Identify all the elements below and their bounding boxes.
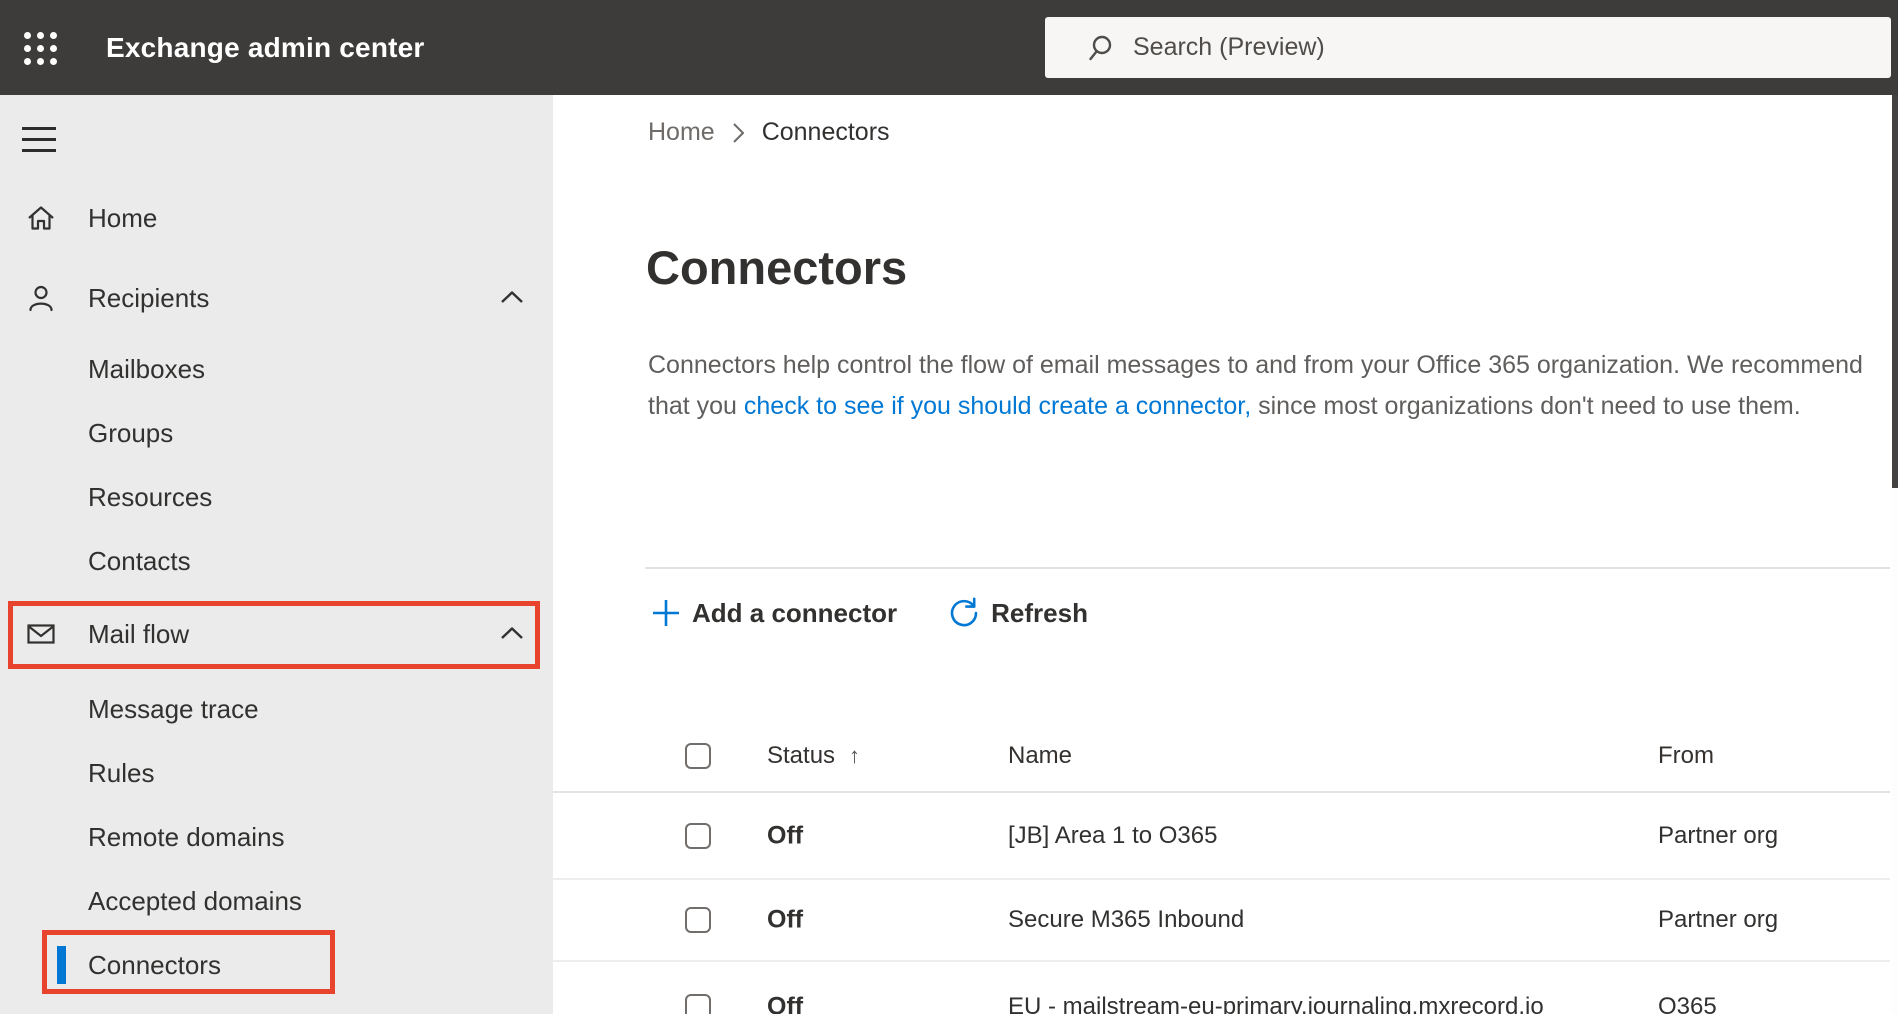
column-header-status[interactable]: Status ↑ [767, 742, 860, 770]
table-header-row: Status ↑ Name From [553, 720, 1890, 793]
add-connector-label: Add a connector [692, 597, 898, 628]
toolbar-divider [645, 567, 1890, 569]
app-launcher-button[interactable] [15, 23, 65, 73]
refresh-button[interactable]: Refresh [947, 596, 1088, 630]
cell-from: Partner org [1658, 821, 1779, 849]
sidebar-item-label: Accepted domains [88, 885, 302, 916]
search-icon [1089, 35, 1112, 61]
chevron-right-icon [732, 122, 744, 143]
search-input[interactable] [1133, 17, 1833, 78]
sidebar-item-label: Resources [88, 481, 213, 512]
sidebar-item-mail-flow[interactable]: Mail flow [0, 601, 553, 669]
column-header-name[interactable]: Name [1008, 742, 1072, 770]
main-content: Home Connectors Connectors Connectors he… [553, 95, 1898, 1014]
sidebar-item-label: Mailboxes [88, 353, 206, 384]
vertical-scrollbar [1892, 95, 1898, 1014]
sidebar-item-contacts[interactable]: Contacts [0, 529, 553, 593]
sidebar-item-remote-domains[interactable]: Remote domains [0, 805, 553, 869]
command-bar: Add a connector Refresh [650, 587, 1088, 639]
sidebar-item-accepted-domains[interactable]: Accepted domains [0, 869, 553, 933]
cell-from: O365 [1658, 993, 1717, 1014]
breadcrumb-home-link[interactable]: Home [648, 118, 715, 147]
cell-from: Partner org [1658, 906, 1779, 933]
sidebar-item-label: Recipients [88, 282, 210, 313]
sidebar-item-label: Groups [88, 417, 174, 448]
breadcrumb-current: Connectors [761, 118, 890, 146]
create-connector-check-link[interactable]: check to see if you should create a conn… [744, 392, 1251, 420]
table-row[interactable]: Off Secure M365 Inbound Partner org [553, 880, 1890, 962]
select-all-checkbox[interactable] [685, 742, 711, 769]
breadcrumb: Home Connectors [648, 118, 890, 147]
sidebar-item-groups[interactable]: Groups [0, 401, 553, 465]
cell-name: Secure M365 Inbound [1008, 906, 1245, 933]
app-title: Exchange admin center [106, 31, 425, 63]
add-connector-button[interactable]: Add a connector [650, 597, 897, 629]
sidebar-item-label: Message trace [88, 693, 259, 724]
cell-status: Off [767, 992, 804, 1014]
sidebar-item-label: Rules [88, 757, 155, 788]
top-app-bar: Exchange admin center [0, 0, 1898, 95]
table-row[interactable]: Off [JB] Area 1 to O365 Partner org [553, 793, 1890, 880]
row-checkbox[interactable] [685, 994, 711, 1014]
scrollbar-thumb[interactable] [1892, 95, 1898, 488]
sidebar-item-mailboxes[interactable]: Mailboxes [0, 337, 553, 401]
waffle-grid-icon [23, 31, 57, 65]
nav-collapse-button[interactable] [22, 121, 62, 157]
page-description: Connectors help control the flow of emai… [648, 345, 1863, 427]
cell-name: [JB] Area 1 to O365 [1008, 821, 1218, 849]
sidebar-item-resources[interactable]: Resources [0, 465, 553, 529]
selected-indicator [57, 946, 66, 984]
sidebar-item-rules[interactable]: Rules [0, 741, 553, 805]
chevron-up-icon[interactable] [500, 626, 524, 640]
sidebar-item-label: Connectors [88, 949, 221, 980]
sidebar-item-label: Contacts [88, 545, 191, 576]
sort-ascending-icon: ↑ [849, 742, 861, 768]
cell-name: EU - mailstream-eu-primary.journaling.mx… [1008, 993, 1544, 1014]
sidebar-item-recipients[interactable]: Recipients [0, 266, 553, 330]
refresh-icon [950, 597, 978, 627]
plus-icon [653, 600, 679, 626]
sidebar-item-home[interactable]: Home [0, 186, 553, 250]
sidebar-item-message-trace[interactable]: Message trace [0, 677, 553, 741]
mail-icon [27, 624, 55, 644]
cell-status: Off [767, 905, 804, 934]
row-checkbox[interactable] [685, 822, 711, 849]
column-header-from[interactable]: From [1658, 742, 1714, 770]
home-icon [28, 206, 54, 230]
nav-list: Home Recipients Mailboxes Groups Resourc… [0, 186, 553, 997]
page-title: Connectors [646, 241, 908, 294]
left-navigation: Home Recipients Mailboxes Groups Resourc… [0, 95, 553, 1014]
sidebar-item-label: Mail flow [88, 618, 190, 649]
description-text: since most organizations don't need to u… [1251, 392, 1801, 420]
table-row[interactable]: Off EU - mailstream-eu-primary.journalin… [553, 962, 1890, 1014]
sidebar-item-connectors[interactable]: Connectors [0, 930, 553, 997]
refresh-label: Refresh [991, 597, 1088, 628]
sidebar-item-label: Home [88, 202, 158, 233]
person-icon [29, 285, 53, 312]
chevron-up-icon[interactable] [500, 290, 524, 304]
cell-status: Off [767, 821, 804, 849]
row-checkbox[interactable] [685, 907, 711, 933]
global-search [1045, 17, 1891, 78]
sidebar-item-label: Remote domains [88, 821, 285, 852]
